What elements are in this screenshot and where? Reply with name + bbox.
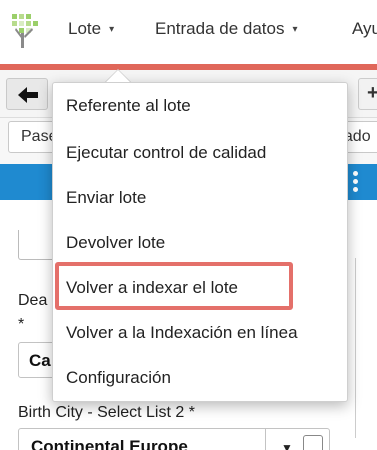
menu-lote-label: Lote bbox=[68, 19, 102, 38]
menu-item-ejecutar-control-calidad[interactable]: Ejecutar control de calidad bbox=[66, 143, 266, 163]
menu-item-configuracion[interactable]: Configuración bbox=[66, 368, 171, 388]
menu-entrada-de-datos[interactable]: Entrada de datos ▾ bbox=[155, 19, 298, 39]
menu-ayuda-label: Ayu bbox=[352, 19, 377, 38]
chevron-down-icon[interactable]: ▼ bbox=[281, 441, 293, 450]
highlight-box bbox=[55, 262, 293, 310]
app-logo-icon[interactable] bbox=[12, 14, 38, 48]
add-button[interactable]: + bbox=[358, 78, 377, 110]
back-arrow-icon bbox=[18, 87, 38, 103]
menu-ayuda[interactable]: Ayu bbox=[352, 19, 377, 39]
dea-label: Dea bbox=[18, 292, 48, 309]
birth-city-checkbox[interactable] bbox=[303, 435, 323, 450]
caret-down-icon: ▾ bbox=[292, 24, 298, 35]
menu-entrada-label: Entrada de datos bbox=[155, 19, 285, 38]
birth-city-select[interactable]: Continental Europe ▼ bbox=[18, 428, 330, 450]
menu-item-devolver-lote[interactable]: Devolver lote bbox=[66, 233, 165, 253]
required-mark: * bbox=[18, 316, 25, 333]
kebab-menu-icon[interactable] bbox=[350, 168, 360, 196]
menu-lote[interactable]: Lote ▾ bbox=[68, 19, 114, 39]
menu-item-enviar-lote[interactable]: Enviar lote bbox=[66, 188, 146, 208]
top-menu-bar: Lote ▾ Entrada de datos ▾ Ayu bbox=[0, 0, 377, 64]
birth-city-label: Birth City - Select List 2 * bbox=[18, 404, 195, 421]
birth-city-value: Continental Europe bbox=[31, 437, 188, 450]
select-divider bbox=[265, 429, 266, 450]
dropdown-pointer bbox=[106, 70, 130, 82]
menu-item-referente-al-lote[interactable]: Referente al lote bbox=[66, 96, 191, 116]
menu-item-volver-indexacion-linea[interactable]: Volver a la Indexación en línea bbox=[66, 323, 298, 343]
caret-down-icon: ▾ bbox=[109, 24, 115, 35]
back-button[interactable] bbox=[6, 78, 48, 110]
scroll-panel-edge bbox=[355, 258, 377, 438]
